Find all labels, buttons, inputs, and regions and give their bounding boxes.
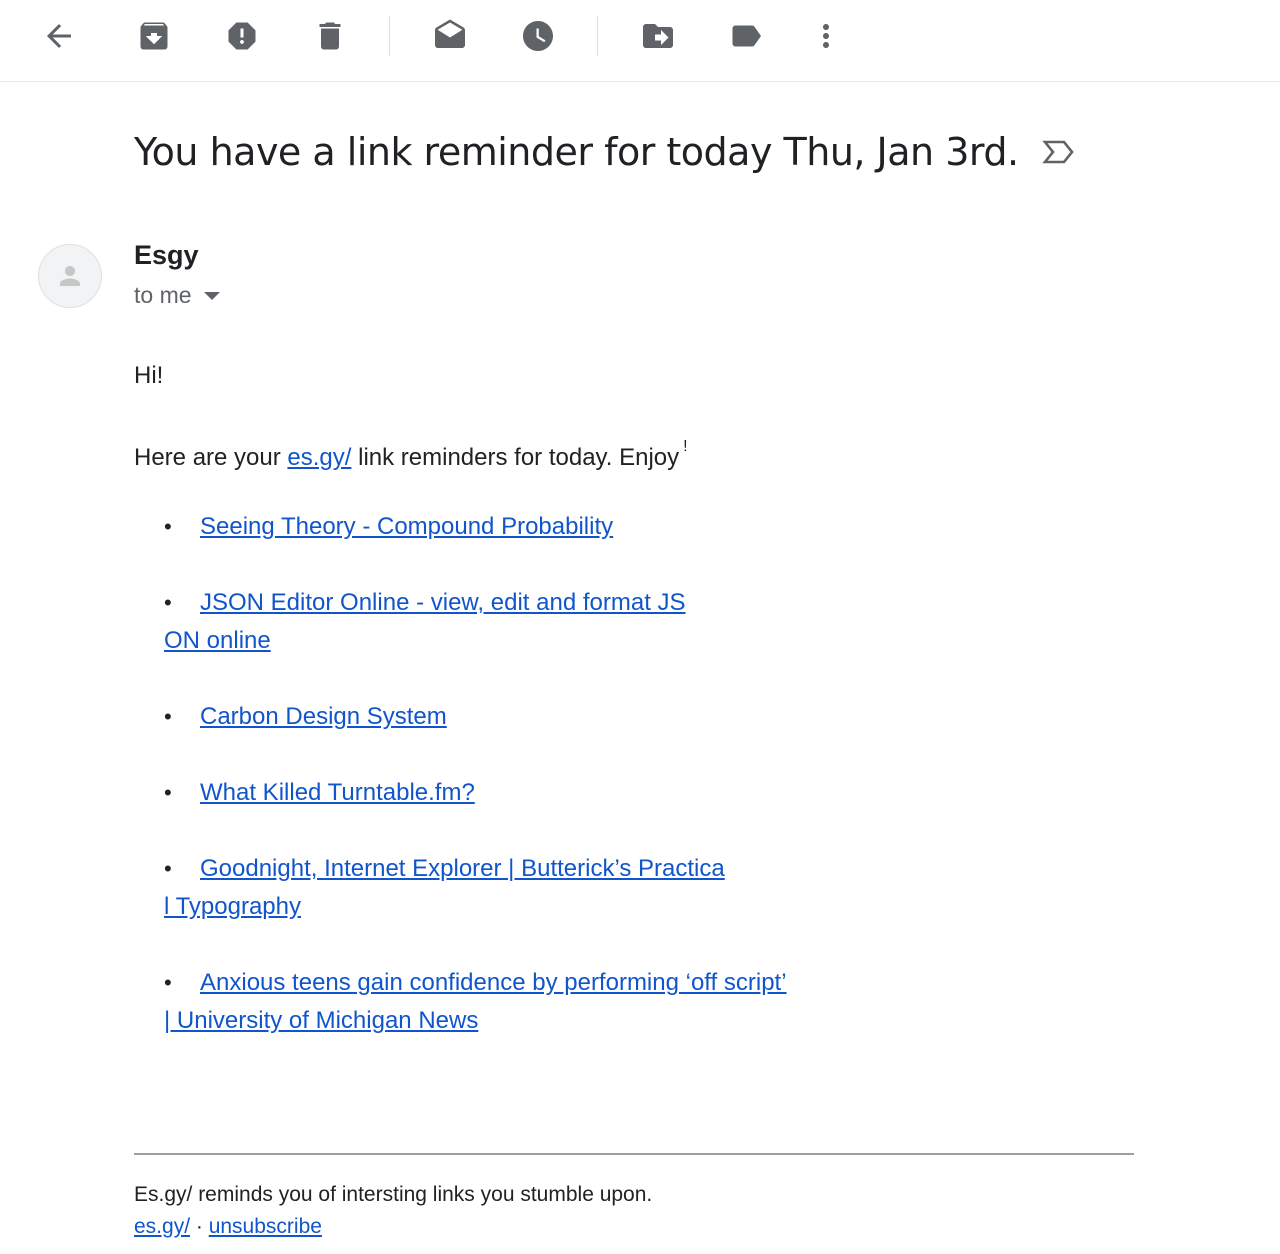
- reminder-link-6[interactable]: Anxious teens gain confidence by perform…: [164, 969, 787, 1034]
- recipient-label: to me: [134, 282, 192, 308]
- footer-home-link[interactable]: es.gy/: [134, 1215, 190, 1238]
- reminder-link-3[interactable]: Carbon Design System: [200, 703, 447, 730]
- recipient-details-toggle[interactable]: to me: [134, 282, 220, 309]
- list-bullet: •: [164, 780, 172, 805]
- email-footer: Es.gy/ reminds you of intersting links y…: [134, 1183, 652, 1239]
- back-button[interactable]: [35, 12, 83, 60]
- archive-button[interactable]: [130, 12, 178, 60]
- mark-unread-icon: [435, 19, 465, 48]
- list-item: • JSON Editor Online - view, edit and for…: [164, 584, 854, 660]
- footer-divider: [134, 1153, 1134, 1155]
- more-button[interactable]: [802, 12, 850, 60]
- snooze-button[interactable]: [514, 12, 562, 60]
- reminder-link-4[interactable]: What Killed Turntable.fm?: [200, 779, 475, 806]
- importance-marker[interactable]: [1041, 134, 1077, 170]
- mark-unread-button[interactable]: [426, 12, 474, 60]
- list-item: • What Killed Turntable.fm?: [164, 774, 854, 812]
- list-bullet: •: [164, 514, 172, 539]
- reminder-link-5[interactable]: Goodnight, Internet Explorer | Butterick…: [164, 855, 725, 920]
- reminder-link-2-line2: ON online: [164, 627, 271, 654]
- move-to-button[interactable]: [634, 12, 682, 60]
- footer-links: es.gy/ · unsubscribe: [134, 1215, 652, 1239]
- important-marker-icon: [1041, 140, 1074, 164]
- back-arrow-icon: [47, 24, 71, 48]
- footer-separator: ·: [190, 1215, 209, 1238]
- list-item: • Seeing Theory - Compound Probability: [164, 508, 854, 546]
- subject-row: You have a link reminder for today Thu, …: [134, 122, 1077, 182]
- chevron-down-icon: [203, 291, 220, 300]
- reminder-link-2-line1: JSON Editor Online - view, edit and form…: [200, 589, 686, 616]
- delete-icon: [319, 22, 341, 50]
- list-item: • Carbon Design System: [164, 698, 854, 736]
- list-item: • Anxious teens gain confidence by perfor…: [164, 964, 884, 1040]
- intro-text-after: link reminders for today. Enjoy: [351, 444, 680, 471]
- sender-name[interactable]: Esgy: [134, 240, 199, 271]
- reminder-link-5-line2: l Typography: [164, 893, 301, 920]
- unsubscribe-link[interactable]: unsubscribe: [209, 1215, 322, 1238]
- person-icon: [60, 266, 80, 286]
- greeting-text: Hi!: [134, 362, 164, 389]
- intro-text-before: Here are your: [134, 444, 288, 471]
- label-icon: [732, 25, 761, 47]
- labels-button[interactable]: [722, 12, 770, 60]
- list-bullet: •: [164, 704, 172, 729]
- report-spam-button[interactable]: [218, 12, 266, 60]
- move-to-icon: [643, 24, 673, 48]
- list-bullet: •: [164, 590, 172, 615]
- list-bullet: •: [164, 856, 172, 881]
- email-toolbar: [0, 0, 1280, 82]
- snooze-icon: [523, 21, 553, 51]
- list-bullet: •: [164, 970, 172, 995]
- footer-tagline: Es.gy/ reminds you of intersting links y…: [134, 1183, 653, 1206]
- email-subject: You have a link reminder for today Thu, …: [134, 130, 1019, 174]
- reminder-link-2[interactable]: JSON Editor Online - view, edit and form…: [164, 589, 686, 654]
- archive-icon: [140, 22, 168, 50]
- sender-avatar[interactable]: [38, 244, 102, 308]
- intro-exclamation: !: [683, 438, 688, 455]
- more-vert-icon: [823, 24, 829, 48]
- esgy-link[interactable]: es.gy/: [287, 444, 351, 471]
- reminder-link-5-line1: Goodnight, Internet Explorer | Butterick…: [200, 855, 725, 882]
- toolbar-divider: [389, 16, 390, 56]
- reminder-link-1[interactable]: Seeing Theory - Compound Probability: [200, 513, 613, 540]
- list-item: • Goodnight, Internet Explorer | Butteric…: [164, 850, 854, 926]
- reminder-link-6-line2: | University of Michigan News: [164, 1007, 479, 1034]
- report-spam-icon: [228, 22, 256, 50]
- delete-button[interactable]: [306, 12, 354, 60]
- intro-paragraph: Here are your es.gy/ link reminders for …: [134, 438, 688, 472]
- toolbar-divider: [597, 16, 598, 56]
- reminder-link-6-line1: Anxious teens gain confidence by perform…: [200, 969, 787, 996]
